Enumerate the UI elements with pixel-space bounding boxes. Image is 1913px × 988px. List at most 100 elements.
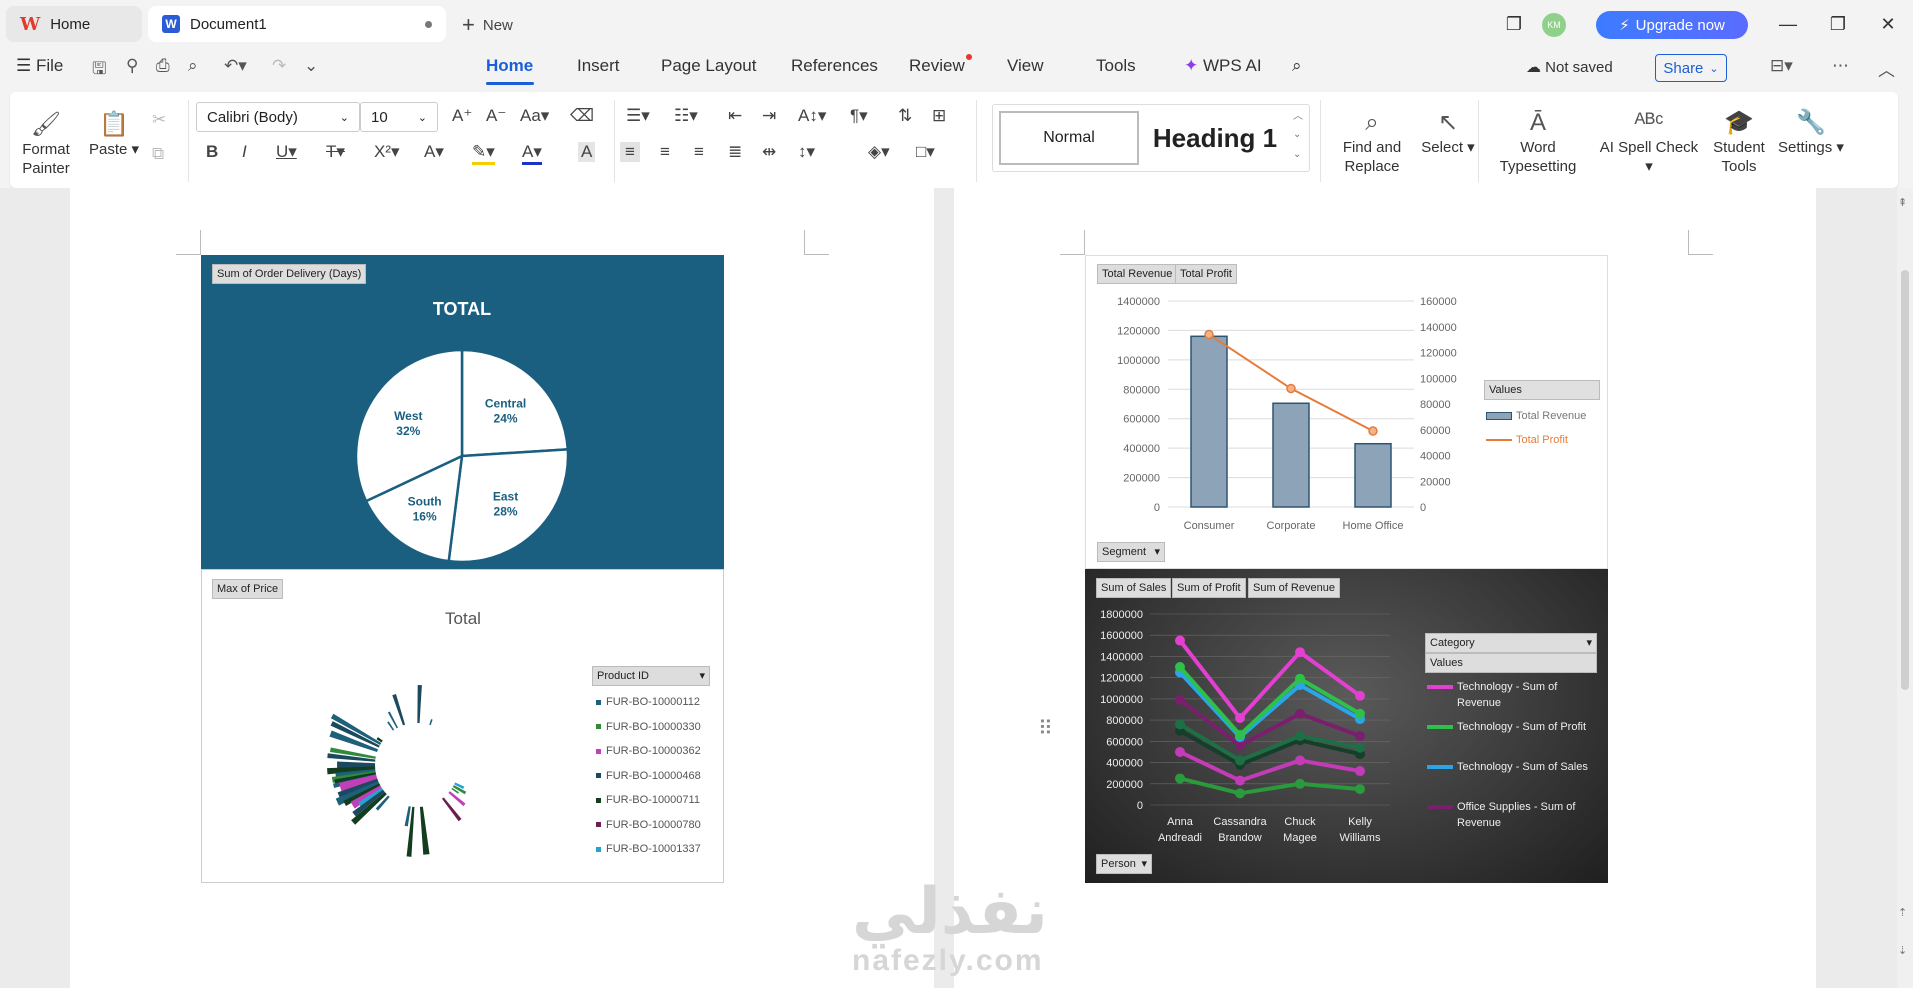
close-icon[interactable]: ✕	[1876, 12, 1900, 36]
tab-insert[interactable]: Insert	[577, 56, 620, 76]
tab-view[interactable]: View	[1007, 56, 1044, 76]
chart-revenue-profit[interactable]: Total Revenue Total Profit 0 200000 400000…	[1085, 255, 1608, 569]
tab-document[interactable]: W Document1	[148, 6, 446, 42]
save-icon[interactable]: 🖫	[92, 56, 106, 85]
undo-icon[interactable]: ↶▾	[224, 56, 247, 76]
file-menu[interactable]: ☰ File	[16, 56, 63, 76]
text-direction-icon[interactable]: A↕▾	[798, 106, 826, 126]
shrink-font-icon[interactable]: A⁻	[486, 106, 506, 126]
tab-references[interactable]: References	[791, 56, 878, 76]
x-tick: Corporate	[1267, 520, 1316, 532]
increase-indent-icon[interactable]: ⇥	[762, 106, 776, 126]
legend-item: Technology - Sum of Revenue	[1427, 679, 1602, 719]
legend-product-id: FUR-BO-10000112 FUR-BO-10000330 FUR-BO-100…	[596, 690, 701, 862]
sort-icon[interactable]: ⇅	[898, 106, 912, 126]
superscript-icon[interactable]: X²▾	[374, 142, 400, 162]
scroll-top-icon[interactable]: ⇞	[1898, 196, 1907, 209]
styles-expand-icon[interactable]: ⌄	[1293, 149, 1301, 160]
find-replace-button[interactable]: ⌕ Find and Replace	[1330, 108, 1414, 176]
scrollbar-thumb[interactable]	[1901, 270, 1909, 690]
field-button-person[interactable]: Person ▾	[1096, 854, 1152, 874]
style-normal[interactable]: Normal	[999, 111, 1139, 165]
field-button-segment[interactable]: Segment ▾	[1097, 542, 1165, 562]
settings-button[interactable]: 🔧 Settings ▾	[1774, 108, 1848, 157]
search-icon[interactable]: ⌕	[1292, 56, 1302, 76]
justify-icon[interactable]: ≣	[728, 142, 742, 162]
unsaved-dot-icon[interactable]	[425, 21, 432, 28]
table-grid-icon[interactable]: ⊞	[932, 106, 946, 126]
more-quick-icon[interactable]: ⌄	[304, 56, 318, 76]
select-button[interactable]: ↖ Select ▾	[1416, 108, 1480, 157]
chart-order-delivery[interactable]: Sum of Order Delivery (Days) TOTAL Centr…	[201, 255, 724, 569]
styles-scroll-up-icon[interactable]: ︿	[1293, 107, 1303, 122]
change-case-icon[interactable]: Aa▾	[520, 106, 549, 126]
chart-max-price[interactable]: Max of Price Total Product ID ▾ FUR-BO-10…	[201, 569, 724, 883]
highlight-icon[interactable]: ✎▾	[472, 142, 495, 165]
series-line	[1179, 750, 1361, 783]
paragraph-mark-icon[interactable]: ¶▾	[850, 106, 868, 126]
styles-scroll-down-icon[interactable]: ⌄	[1293, 129, 1301, 140]
bullets-icon[interactable]: ☰▾	[626, 106, 650, 126]
bold-icon[interactable]: B	[206, 142, 218, 162]
tab-home[interactable]: W Home	[6, 6, 142, 42]
italic-icon[interactable]: I	[242, 142, 247, 162]
drag-handle-icon[interactable]: ⠿	[1038, 716, 1053, 741]
y-tick-right: 100000	[1420, 373, 1457, 385]
layout-switch-icon[interactable]: ⊟▾	[1770, 56, 1793, 76]
grow-font-icon[interactable]: A⁺	[452, 106, 472, 126]
save-status[interactable]: ☁ Not saved	[1526, 58, 1613, 76]
format-painter-button[interactable]: 🖌 Format Painter	[18, 110, 74, 178]
line-spacing-icon[interactable]: ↕▾	[798, 142, 815, 162]
font-size-select[interactable]: 10 ⌄	[360, 102, 438, 132]
x-tick: Cassandra	[1213, 816, 1267, 828]
cut-icon[interactable]: ✂	[152, 110, 166, 130]
wps-ai-button[interactable]: ✦ WPS AI	[1184, 56, 1262, 76]
style-heading-1[interactable]: Heading 1	[1145, 111, 1285, 165]
window-switch-icon[interactable]: ❐	[1502, 12, 1526, 36]
prev-page-icon[interactable]: ⇡	[1898, 906, 1907, 919]
field-button-product-id[interactable]: Product ID ▾	[592, 666, 710, 686]
legend-item: Total Profit	[1486, 428, 1586, 452]
word-typesetting-button[interactable]: Ā Word Typesetting	[1488, 108, 1588, 176]
font-name-select[interactable]: Calibri (Body) ⌄	[196, 102, 360, 132]
print-icon[interactable]: ⎙	[156, 56, 170, 76]
font-color-icon[interactable]: A▾	[522, 142, 542, 165]
align-left-icon[interactable]: ≡	[620, 142, 640, 162]
restore-icon[interactable]: ❐	[1826, 12, 1850, 36]
align-right-icon[interactable]: ≡	[694, 142, 704, 162]
tab-home-ribbon[interactable]: Home	[486, 56, 533, 76]
ai-spell-check-button[interactable]: ᴬᴮᶜ AI Spell Check ▾	[1594, 108, 1704, 176]
avatar[interactable]: KM	[1542, 13, 1566, 37]
paste-button[interactable]: 📋 Paste ▾	[88, 110, 140, 159]
upgrade-button[interactable]: ⚡ Upgrade now	[1596, 11, 1748, 39]
char-shading-icon[interactable]: A	[578, 142, 596, 162]
minimize-icon[interactable]: —	[1776, 12, 1800, 36]
borders-icon[interactable]: □▾	[916, 142, 935, 162]
clear-format-icon[interactable]: ⌫	[570, 106, 594, 126]
align-center-icon[interactable]: ≡	[660, 142, 670, 162]
chart-person-metrics[interactable]: Sum of Sales Sum of Profit Sum of Revenu…	[1085, 569, 1608, 883]
underline-icon[interactable]: U▾	[276, 142, 297, 162]
y-tick-left: 1000000	[1117, 355, 1160, 367]
print-preview-icon[interactable]: ⌕	[188, 56, 198, 76]
new-tab-button[interactable]: + New	[462, 12, 513, 38]
shading-icon[interactable]: ◈▾	[868, 142, 890, 162]
redo-icon[interactable]: ↷	[272, 56, 286, 76]
student-tools-button[interactable]: 🎓 Student Tools	[1710, 108, 1768, 176]
more-options-icon[interactable]: ⋯	[1832, 56, 1849, 76]
decrease-indent-icon[interactable]: ⇤	[728, 106, 742, 126]
bar-total-revenue	[1354, 442, 1392, 508]
distribute-icon[interactable]: ⇹	[762, 142, 776, 162]
tab-page-layout[interactable]: Page Layout	[661, 56, 756, 76]
tab-tools[interactable]: Tools	[1096, 56, 1136, 76]
field-button-category[interactable]: Category ▾	[1425, 633, 1597, 653]
copy-icon[interactable]: ⧉	[152, 144, 164, 164]
strikethrough-icon[interactable]: T▾	[326, 142, 345, 162]
share-button[interactable]: Share ⌄	[1655, 54, 1727, 82]
tab-review[interactable]: Review	[909, 56, 965, 76]
next-page-icon[interactable]: ⇣	[1898, 944, 1907, 957]
collapse-ribbon-icon[interactable]: ︿	[1878, 56, 1895, 81]
text-effect-icon[interactable]: A▾	[424, 142, 444, 162]
format-icon[interactable]: ⚲	[126, 56, 138, 76]
numbering-icon[interactable]: ☷▾	[674, 106, 698, 126]
